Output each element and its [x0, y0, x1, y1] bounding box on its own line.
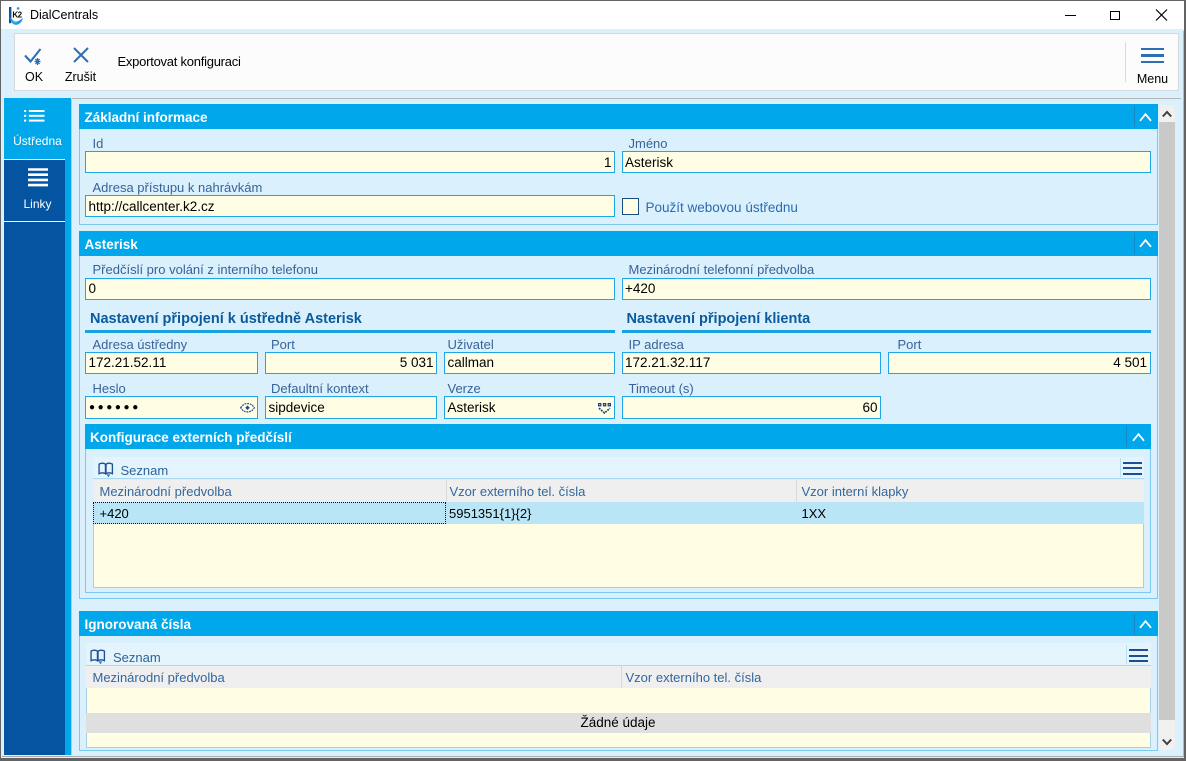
svg-text:K2: K2: [12, 10, 22, 19]
